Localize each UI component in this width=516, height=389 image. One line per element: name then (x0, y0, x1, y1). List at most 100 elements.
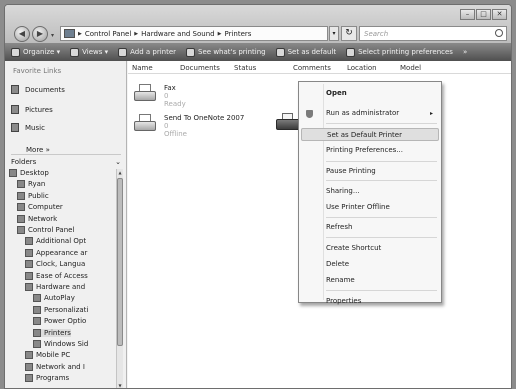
recent-pages-chevron-icon[interactable]: ▾ (51, 32, 54, 39)
breadcrumb-hardware-and-sound[interactable]: Hardware and Sound (141, 30, 214, 38)
tree-item-label: Personalizati (44, 305, 89, 314)
organize-button[interactable]: Organize ▾ (11, 47, 60, 57)
favorite-pictures[interactable]: Pictures (11, 105, 53, 114)
more-links[interactable]: More » (26, 146, 50, 154)
set-default-button[interactable]: Set as default (275, 47, 336, 57)
minimize-button[interactable]: – (460, 9, 475, 20)
scroll-up-icon[interactable]: ▲ (117, 170, 123, 175)
column-header-model[interactable]: Model (400, 64, 421, 72)
see-printing-button[interactable]: See what's printing (186, 47, 266, 57)
folder-icon (33, 294, 41, 303)
tree-item[interactable]: Computer (17, 203, 63, 212)
tree-item[interactable]: Personalizati (33, 305, 89, 314)
menu-item-properties[interactable]: Properties (301, 295, 439, 308)
tree-item[interactable]: Ease of Access (25, 271, 88, 280)
menu-item-use-printer-offline[interactable]: Use Printer Offline (301, 201, 439, 214)
add-printer-button[interactable]: Add a printer (118, 47, 176, 57)
tree-item[interactable]: Mobile PC (25, 351, 70, 360)
menu-separator (326, 217, 437, 218)
tree-item-label: Computer (28, 203, 63, 212)
forward-button[interactable]: ▶ (32, 26, 48, 42)
printer-doc-count: 0 (164, 122, 169, 130)
tree-item[interactable]: Programs (25, 374, 69, 383)
tree-item[interactable]: Public (17, 191, 49, 200)
pictures-icon (11, 105, 19, 114)
tree-item[interactable]: Power Optio (33, 317, 87, 326)
tree-item[interactable]: Ryan (17, 180, 46, 189)
tree-item[interactable]: Windows Sid (33, 340, 88, 348)
fax-printer-icon (132, 84, 158, 104)
tree-item[interactable]: Desktop (9, 169, 49, 177)
tree-item[interactable]: Control Panel (17, 226, 74, 234)
folder-icon (25, 248, 33, 257)
tree-item-label: Desktop (20, 169, 49, 177)
tree-item[interactable]: Network (17, 214, 58, 223)
tree-item[interactable]: Hardware and (25, 283, 85, 291)
scroll-down-icon[interactable]: ▼ (117, 383, 123, 388)
tree-item[interactable]: Printers (33, 328, 71, 337)
menu-item-label: Rename (326, 276, 355, 284)
menu-item-label: Use Printer Offline (326, 203, 390, 211)
printer-item-onenote[interactable]: Send To OneNote 2007 0 Offline (132, 114, 244, 138)
search-icon[interactable] (495, 29, 503, 37)
folder-icon (25, 362, 33, 371)
tree-item-label: Ryan (28, 180, 46, 189)
column-header-location[interactable]: Location (347, 64, 377, 72)
back-button[interactable]: ◀ (14, 26, 30, 42)
tree-item-label: Network (28, 214, 58, 223)
control-panel-icon (64, 29, 75, 38)
address-bar[interactable]: ▶ Control Panel ▶ Hardware and Sound ▶ P… (60, 26, 328, 41)
printer-item-fax[interactable]: Fax 0 Ready (132, 84, 186, 108)
menu-item-create-shortcut[interactable]: Create Shortcut (301, 242, 439, 255)
menu-item-sharing[interactable]: Sharing... (301, 185, 439, 198)
folder-icon (25, 260, 33, 269)
printing-preferences-label: Select printing preferences (358, 48, 453, 56)
folder-icon (9, 169, 17, 177)
printer-status: Offline (164, 130, 187, 138)
menu-item-run-as-administrator[interactable]: Run as administrator ▸ (301, 107, 439, 120)
caption-buttons: – □ ✕ (460, 9, 507, 20)
column-header-comments[interactable]: Comments (293, 64, 331, 72)
toolbar-overflow-button[interactable]: » (463, 48, 467, 56)
address-dropdown-button[interactable]: ▾ (329, 26, 339, 41)
tree-item-label: Control Panel (28, 226, 75, 234)
breadcrumb-printers[interactable]: Printers (224, 30, 251, 38)
folder-tree-scrollbar[interactable]: ▲ ▼ (116, 169, 123, 388)
scrollbar-thumb[interactable] (117, 178, 123, 346)
breadcrumb-control-panel[interactable]: Control Panel (85, 30, 131, 38)
tree-item[interactable]: Appearance ar (25, 248, 87, 257)
menu-item-rename[interactable]: Rename (301, 274, 439, 287)
folder-icon (25, 271, 33, 280)
folder-icon (33, 305, 41, 314)
tree-item[interactable]: AutoPlay (33, 294, 75, 303)
folders-header[interactable]: Folders ⌄ (11, 154, 121, 166)
menu-item-open[interactable]: Open (301, 87, 439, 100)
tree-item[interactable]: Clock, Langua (25, 260, 85, 269)
tree-item-label: Power Optio (44, 317, 87, 326)
favorite-music[interactable]: Music (11, 123, 45, 132)
title-bar: – □ ✕ ◀ ▶ ▾ ▶ Control Panel ▶ Hardware a… (5, 5, 511, 43)
column-header-status[interactable]: Status (234, 64, 256, 72)
refresh-icon[interactable]: ↻ (341, 26, 357, 41)
column-header-documents[interactable]: Documents (180, 64, 220, 72)
menu-item-refresh[interactable]: Refresh (301, 221, 439, 234)
printing-preferences-button[interactable]: Select printing preferences (346, 47, 453, 57)
menu-item-label: Create Shortcut (326, 244, 382, 252)
folder-icon (25, 237, 33, 246)
tree-item-label: Hardware and (36, 283, 86, 291)
menu-item-label: Delete (326, 260, 349, 268)
search-placeholder: Search (364, 29, 389, 38)
column-header-name[interactable]: Name (132, 64, 153, 72)
tree-item[interactable]: Additional Opt (25, 237, 86, 246)
views-button[interactable]: Views ▾ (70, 47, 108, 57)
tree-item[interactable]: Network and I (25, 362, 85, 371)
close-button[interactable]: ✕ (492, 9, 507, 20)
menu-item-delete[interactable]: Delete (301, 258, 439, 271)
menu-item-set-as-default-printer[interactable]: Set as Default Printer (301, 128, 439, 141)
menu-item-pause-printing[interactable]: Pause Printing (301, 165, 439, 178)
maximize-button[interactable]: □ (476, 9, 491, 20)
search-input[interactable]: Search (359, 26, 507, 41)
menu-item-printing-preferences[interactable]: Printing Preferences... (301, 144, 439, 157)
favorite-documents[interactable]: Documents (11, 85, 65, 94)
breadcrumb-arrow-icon: ▶ (78, 30, 82, 37)
